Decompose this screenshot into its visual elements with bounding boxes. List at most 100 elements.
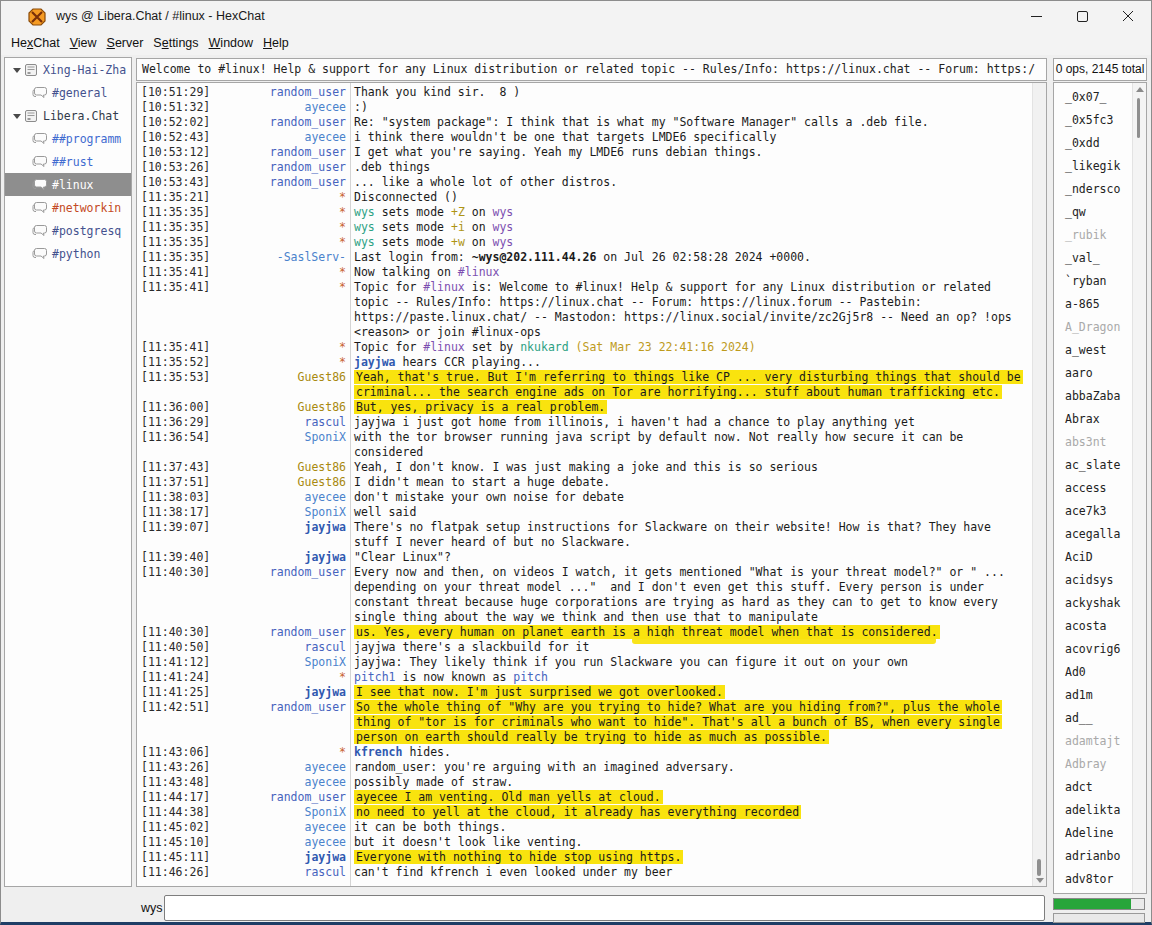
user-list-item[interactable]: _val_ bbox=[1054, 247, 1134, 270]
minimize-button[interactable] bbox=[1013, 1, 1059, 31]
user-list-item[interactable]: adelikta bbox=[1054, 799, 1134, 822]
nick[interactable]: ayecee bbox=[211, 760, 346, 775]
nick[interactable]: random_user bbox=[211, 700, 346, 715]
nick[interactable]: * bbox=[211, 265, 346, 280]
nick[interactable] bbox=[211, 385, 346, 400]
user-list-item[interactable]: adct bbox=[1054, 776, 1134, 799]
nick[interactable]: random_user bbox=[211, 85, 346, 100]
nick[interactable]: ayecee bbox=[211, 835, 346, 850]
nick[interactable]: random_user bbox=[211, 175, 346, 190]
nick[interactable]: ayecee bbox=[211, 820, 346, 835]
expander-icon[interactable] bbox=[12, 111, 22, 121]
menu-help[interactable]: Help bbox=[258, 33, 294, 53]
nick[interactable]: Guest86 bbox=[211, 370, 346, 385]
nick[interactable]: * bbox=[211, 340, 346, 355]
nick[interactable]: random_user bbox=[211, 625, 346, 640]
user-list-item[interactable]: ace7k3 bbox=[1054, 500, 1134, 523]
user-list-item[interactable]: _0x07_ bbox=[1054, 86, 1134, 109]
nick[interactable]: * bbox=[211, 670, 346, 685]
user-list-item[interactable]: abs3nt bbox=[1054, 431, 1134, 454]
user-list-item[interactable]: ad__ bbox=[1054, 707, 1134, 730]
menu-server[interactable]: Server bbox=[102, 33, 149, 53]
user-list-item[interactable]: a-865 bbox=[1054, 293, 1134, 316]
user-list-item[interactable]: abbaZaba bbox=[1054, 385, 1134, 408]
nick[interactable] bbox=[211, 325, 346, 340]
user-list-item[interactable]: _0xdd bbox=[1054, 132, 1134, 155]
chat-scrollbar-thumb[interactable] bbox=[1037, 859, 1041, 876]
nick[interactable]: random_user bbox=[211, 145, 346, 160]
user-list-item[interactable]: _likegik bbox=[1054, 155, 1134, 178]
tree-item--networkin[interactable]: #networkin bbox=[5, 196, 131, 219]
nick[interactable]: jayjwa bbox=[211, 550, 346, 565]
nick[interactable] bbox=[211, 535, 346, 550]
nick[interactable]: ayecee bbox=[211, 775, 346, 790]
user-list-item[interactable]: Ad0 bbox=[1054, 661, 1134, 684]
user-list-item[interactable]: ac_slate bbox=[1054, 454, 1134, 477]
user-list-item[interactable]: acovrig6 bbox=[1054, 638, 1134, 661]
nick[interactable]: Guest86 bbox=[211, 475, 346, 490]
nick[interactable]: rascul bbox=[211, 865, 346, 880]
nick[interactable]: * bbox=[211, 220, 346, 235]
nick[interactable]: Guest86 bbox=[211, 460, 346, 475]
user-list-item[interactable]: _0x5fc3 bbox=[1054, 109, 1134, 132]
nick[interactable]: random_user bbox=[211, 115, 346, 130]
tree-item-libera-chat[interactable]: Libera.Chat bbox=[5, 104, 131, 127]
menu-view[interactable]: View bbox=[65, 33, 102, 53]
maximize-button[interactable] bbox=[1059, 1, 1105, 31]
user-list-scrollbar-up-arrow[interactable] bbox=[1136, 87, 1144, 92]
nick[interactable]: -SaslServ- bbox=[211, 250, 346, 265]
nick[interactable]: ayecee bbox=[211, 490, 346, 505]
nick[interactable]: ayecee bbox=[211, 100, 346, 115]
menu-settings[interactable]: Settings bbox=[148, 33, 203, 53]
nick[interactable]: SponiX bbox=[211, 655, 346, 670]
nick[interactable]: * bbox=[211, 205, 346, 220]
nick[interactable]: ayecee bbox=[211, 130, 346, 145]
user-list-item[interactable]: adamtajt bbox=[1054, 730, 1134, 753]
tree-item--linux[interactable]: #linux bbox=[5, 173, 131, 196]
nick[interactable]: SponiX bbox=[211, 430, 346, 445]
nick[interactable] bbox=[211, 580, 346, 595]
nick[interactable] bbox=[211, 730, 346, 745]
user-list-item[interactable]: ackyshak bbox=[1054, 592, 1134, 615]
nick[interactable] bbox=[211, 310, 346, 325]
tree-item--programm[interactable]: ##programm bbox=[5, 127, 131, 150]
nick[interactable]: rascul bbox=[211, 415, 346, 430]
server-tree[interactable]: Xing-Hai-Zha#generalLibera.Chat##program… bbox=[4, 57, 132, 887]
tree-item-xing-hai-zha[interactable]: Xing-Hai-Zha bbox=[5, 58, 131, 81]
user-list-item[interactable]: acidsys bbox=[1054, 569, 1134, 592]
user-list-item[interactable]: aaro bbox=[1054, 362, 1134, 385]
expander-icon[interactable] bbox=[12, 65, 22, 75]
nick[interactable]: * bbox=[211, 280, 346, 295]
nick[interactable]: jayjwa bbox=[211, 520, 346, 535]
user-list-item[interactable]: _ndersco bbox=[1054, 178, 1134, 201]
user-list-item[interactable]: ad1m bbox=[1054, 684, 1134, 707]
tree-item--rust[interactable]: ##rust bbox=[5, 150, 131, 173]
user-list-item[interactable]: _qw bbox=[1054, 201, 1134, 224]
menu-hexchat[interactable]: HexChat bbox=[6, 33, 65, 53]
user-list-scrollbar[interactable] bbox=[1132, 83, 1146, 893]
nick[interactable] bbox=[211, 295, 346, 310]
user-list-item[interactable]: acegalla bbox=[1054, 523, 1134, 546]
user-list-item[interactable]: acosta bbox=[1054, 615, 1134, 638]
nick[interactable]: Guest86 bbox=[211, 400, 346, 415]
nick[interactable] bbox=[211, 595, 346, 610]
nick[interactable]: SponiX bbox=[211, 505, 346, 520]
chat-message-area[interactable]: [10:51:29]random_userThank you kind sir.… bbox=[136, 82, 1047, 887]
nick[interactable]: * bbox=[211, 190, 346, 205]
close-button[interactable] bbox=[1105, 1, 1151, 31]
nick[interactable]: * bbox=[211, 235, 346, 250]
nick[interactable]: * bbox=[211, 745, 346, 760]
chat-scrollbar[interactable] bbox=[1032, 83, 1046, 886]
user-list-item[interactable]: _rubik bbox=[1054, 224, 1134, 247]
nick[interactable]: rascul bbox=[211, 640, 346, 655]
tree-item--python[interactable]: #python bbox=[5, 242, 131, 265]
chat-scrollbar-down-arrow[interactable] bbox=[1036, 878, 1044, 883]
message-input[interactable] bbox=[164, 895, 1045, 921]
user-list-item[interactable]: AciD bbox=[1054, 546, 1134, 569]
tree-item--general[interactable]: #general bbox=[5, 81, 131, 104]
user-list-item[interactable]: Adeline bbox=[1054, 822, 1134, 845]
user-list-item[interactable]: Abrax bbox=[1054, 408, 1134, 431]
nick[interactable]: SponiX bbox=[211, 805, 346, 820]
user-list-item[interactable]: A_Dragon bbox=[1054, 316, 1134, 339]
topic-entry[interactable]: Welcome to #linux! Help & support for an… bbox=[136, 58, 1047, 81]
